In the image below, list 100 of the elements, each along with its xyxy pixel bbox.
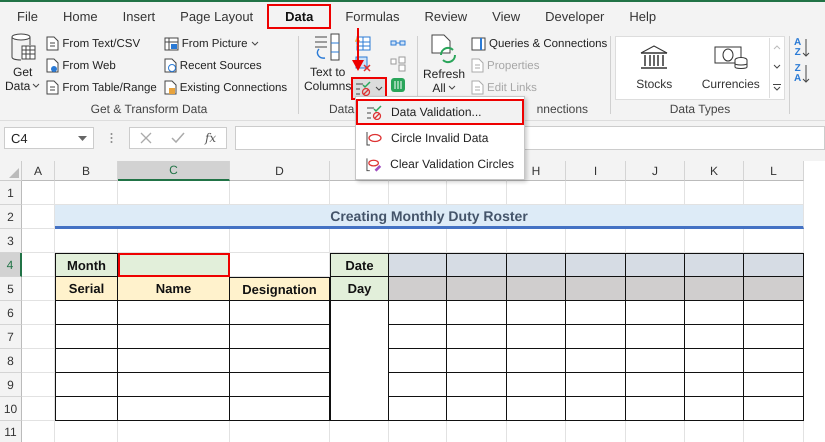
table-cell: [626, 277, 685, 301]
table-cell: [685, 277, 744, 301]
table-cell: [389, 253, 447, 277]
column-header[interactable]: C: [118, 161, 230, 181]
column-header[interactable]: B: [55, 161, 118, 181]
table-cell: [566, 277, 626, 301]
sheet-cell: [22, 325, 55, 349]
table-cell: [744, 301, 804, 325]
table-cell: [447, 301, 507, 325]
menu-item[interactable]: Data Validation...: [356, 99, 524, 125]
table-cell: [507, 373, 566, 397]
table-cell: [507, 397, 566, 421]
row-header[interactable]: 3: [0, 229, 22, 253]
table-cell: [566, 301, 626, 325]
ribbon-button[interactable]: Existing Connections: [162, 77, 290, 98]
table-cell: [626, 325, 685, 349]
select-all-icon: [9, 168, 19, 178]
scroll-down-icon[interactable]: [773, 64, 781, 70]
row-header[interactable]: 7: [0, 325, 22, 349]
row-header[interactable]: 6: [0, 301, 22, 325]
table-cell: [507, 349, 566, 373]
table-cell: [626, 301, 685, 325]
table-cell: Date: [330, 253, 389, 277]
row-header[interactable]: 9: [0, 373, 22, 397]
column-header[interactable]: J: [626, 161, 685, 181]
group-label: nnections: [536, 102, 588, 118]
table-cell: [744, 349, 804, 373]
ribbon-tab[interactable]: Help: [618, 4, 668, 28]
ribbon-tab[interactable]: Formulas: [334, 4, 411, 28]
data-validation-icon: [366, 104, 383, 120]
sort-button[interactable]: Z A: [794, 64, 810, 84]
ribbon-button[interactable]: From Web: [44, 55, 159, 76]
refresh-all-button[interactable]: Refresh All: [422, 33, 466, 102]
ribbon-button[interactable]: From Text/CSV: [44, 33, 159, 54]
table-cell: [447, 277, 507, 301]
annotation-arrow: [351, 28, 365, 72]
row-header[interactable]: 4: [0, 253, 22, 277]
table-header-cell: Name: [118, 277, 230, 301]
row-header[interactable]: 11: [0, 421, 22, 442]
table-cell: [685, 373, 744, 397]
table-cell: [626, 373, 685, 397]
ribbon-button[interactable]: Queries & Connections: [469, 33, 610, 54]
table-cell: [685, 349, 744, 373]
table-cell: [389, 397, 447, 421]
table-cell: [626, 349, 685, 373]
ribbon-tab[interactable]: File: [6, 4, 49, 28]
eraser-icon: [366, 156, 382, 172]
ribbon-button[interactable]: From Table/Range: [44, 77, 159, 98]
sort-button[interactable]: A Z: [794, 38, 810, 58]
ribbon-button[interactable]: From Picture: [162, 33, 290, 54]
ribbon-button[interactable]: Recent Sources: [162, 55, 290, 76]
sheet-cell: [22, 397, 55, 421]
data-type-button[interactable]: Currencies: [692, 44, 769, 92]
data-type-button[interactable]: Stocks: [616, 44, 692, 92]
ribbon-tab[interactable]: Home: [52, 4, 109, 28]
ribbon-tab[interactable]: View: [481, 4, 532, 28]
row-header[interactable]: 8: [0, 349, 22, 373]
text-to-columns-button[interactable]: Text to Columns: [303, 33, 352, 102]
column-header[interactable]: K: [685, 161, 744, 181]
table-cell: [447, 253, 507, 277]
currency-icon: [714, 45, 748, 71]
table-cell: [55, 373, 118, 397]
table-cell: [744, 325, 804, 349]
panel-icon: [471, 36, 486, 50]
more-icon[interactable]: [773, 84, 781, 91]
column-header[interactable]: D: [230, 161, 330, 181]
ribbon-tab[interactable]: Insert: [112, 4, 166, 28]
ribbon-tab[interactable]: Developer: [534, 4, 616, 28]
get-data-button[interactable]: Get Data: [4, 33, 42, 102]
table-cell: [685, 253, 744, 277]
row-header[interactable]: 1: [0, 181, 22, 205]
consolidate-icon: [390, 40, 406, 46]
relationships-icon: [390, 56, 406, 72]
name-box[interactable]: C4: [4, 127, 94, 149]
table-cell: [389, 349, 447, 373]
group-label: Data Types: [670, 102, 730, 118]
data-model-icon: [390, 77, 406, 93]
table-cell: [507, 253, 566, 277]
sheet-cell: [22, 373, 55, 397]
column-header[interactable]: A: [22, 161, 55, 181]
ribbon-tab[interactable]: Page Layout: [169, 4, 264, 28]
table-cell: Month: [55, 253, 118, 277]
column-header[interactable]: L: [744, 161, 804, 181]
ribbon-tab[interactable]: Data: [267, 4, 332, 28]
row-header[interactable]: 5: [0, 277, 22, 301]
table-cell: [389, 325, 447, 349]
circle-invalid-icon: [366, 130, 383, 146]
table-cell: [447, 349, 507, 373]
table-cell: [685, 397, 744, 421]
document-icon: [471, 58, 484, 73]
table-cell: [566, 325, 626, 349]
table-cell: Day: [330, 277, 389, 301]
ribbon-tab[interactable]: Review: [414, 4, 478, 28]
row-header[interactable]: 2: [0, 205, 22, 229]
menu-item[interactable]: Circle Invalid Data: [356, 125, 524, 151]
row-header[interactable]: 10: [0, 397, 22, 421]
insert-function-button[interactable]: fx: [204, 131, 216, 145]
clock-document-icon: [164, 58, 177, 73]
table-cell: [685, 325, 744, 349]
column-header[interactable]: I: [566, 161, 626, 181]
